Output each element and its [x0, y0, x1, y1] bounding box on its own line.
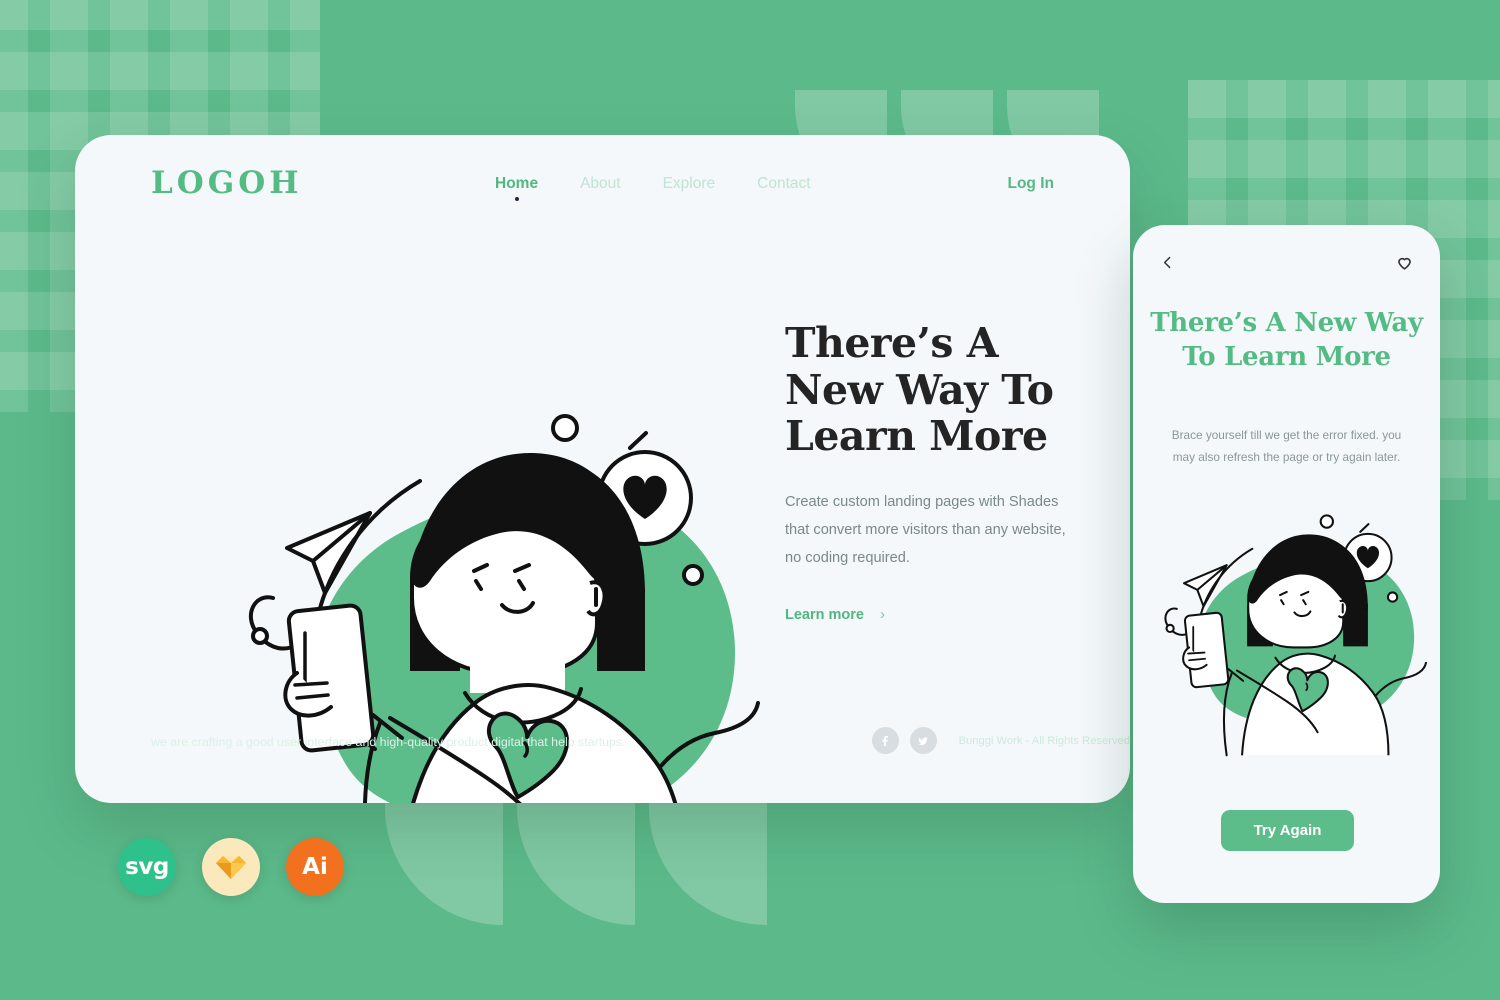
learn-more-label: Learn more — [785, 606, 864, 623]
nav-item-label: Home — [495, 175, 539, 192]
nav-item-about[interactable]: About — [580, 175, 621, 203]
desktop-header: LOGOH Home About Explore Contact Log In — [75, 135, 1130, 245]
footer-tagline: we are crafting a good user interface an… — [151, 735, 626, 749]
ai-badge-label: Ai — [302, 854, 328, 880]
mobile-illustration — [1164, 514, 1427, 757]
login-button[interactable]: Log In — [1008, 175, 1055, 193]
logo[interactable]: LOGOH — [151, 165, 303, 201]
mobile-mockup: There’s A New Way To Learn More Brace yo… — [1133, 225, 1440, 903]
background-quote-shapes-bottom — [385, 795, 767, 925]
try-again-button[interactable]: Try Again — [1221, 810, 1354, 851]
svg-badge-label: svg — [125, 854, 169, 880]
mobile-topbar — [1133, 225, 1440, 299]
hero-description: Create custom landing pages with Shades … — [785, 494, 1066, 567]
quote-shape — [385, 795, 503, 925]
learn-more-link[interactable]: Learn more › — [785, 606, 885, 623]
twitter-icon[interactable] — [909, 727, 937, 754]
desktop-mockup-card: LOGOH Home About Explore Contact Log In — [75, 135, 1130, 803]
active-indicator-dot — [514, 197, 519, 201]
facebook-icon[interactable] — [871, 727, 899, 754]
chevron-left-icon[interactable] — [1159, 254, 1176, 271]
copyright-text: Bunggi Work - All Rights Reserved — [958, 734, 1130, 747]
quote-shape — [517, 795, 635, 925]
mobile-page-title: There’s A New Way To Learn More — [1150, 308, 1423, 372]
mobile-subtitle: Brace yourself till we get the error fix… — [1171, 428, 1402, 464]
footer-right-group: Bunggi Work - All Rights Reserved — [871, 727, 1130, 754]
file-format-badges: svg Ai — [118, 838, 344, 896]
nav-item-home[interactable]: Home — [495, 175, 538, 203]
heart-outline-icon[interactable] — [1395, 253, 1414, 272]
svg-format-badge[interactable]: svg — [118, 838, 176, 896]
nav-item-explore[interactable]: Explore — [663, 175, 716, 203]
chevron-right-icon: › — [879, 606, 885, 624]
page-title: There’s A New Way To Learn More — [785, 319, 1054, 461]
hero-text-block: There’s A New Way To Learn More Create c… — [785, 320, 1105, 624]
sketch-format-badge[interactable] — [202, 838, 260, 896]
illustrator-format-badge[interactable]: Ai — [286, 838, 344, 896]
nav-item-contact[interactable]: Contact — [757, 175, 810, 203]
sketch-diamond-icon — [216, 856, 246, 879]
quote-shape — [649, 795, 767, 925]
desktop-footer: we are crafting a good user interface an… — [75, 713, 1130, 803]
main-navigation: Home About Explore Contact — [495, 175, 811, 203]
